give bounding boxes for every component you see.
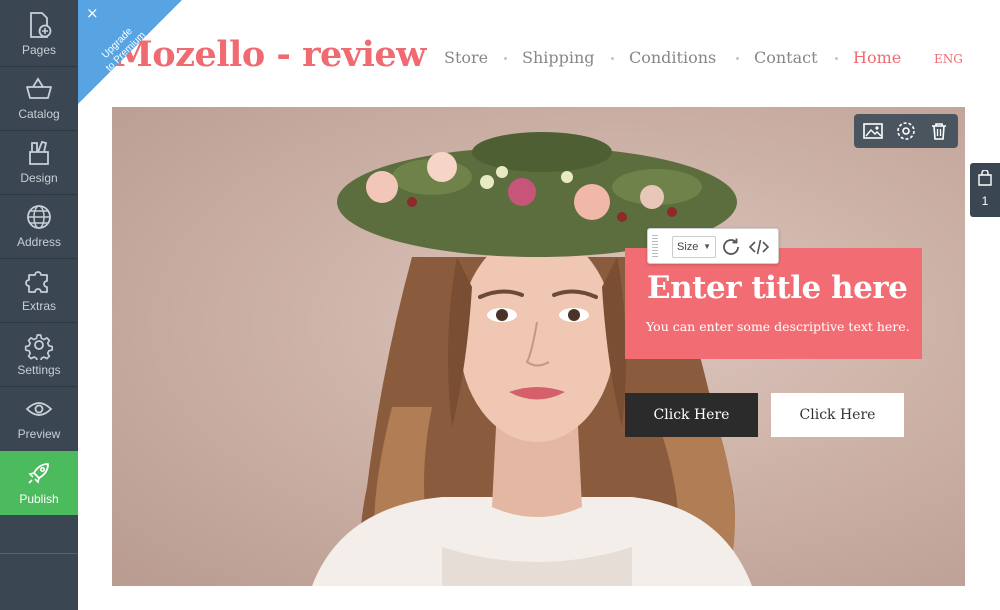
sidebar-item-settings[interactable]: Settings	[0, 322, 78, 386]
globe-icon	[27, 205, 51, 229]
image-toolbar	[854, 114, 958, 148]
design-tools-icon	[29, 140, 49, 165]
sidebar-item-label: Settings	[17, 363, 61, 377]
gear-icon[interactable]	[895, 120, 917, 142]
hero-subtitle[interactable]: You can enter some descriptive text here…	[646, 319, 910, 334]
sidebar-item-label: Extras	[21, 299, 56, 313]
sidebar-item-label: Preview	[17, 427, 61, 441]
nav-separator	[611, 57, 614, 60]
nav-shipping[interactable]: Shipping	[522, 48, 595, 67]
trash-icon[interactable]	[928, 120, 950, 142]
basket-icon	[26, 77, 52, 99]
sidebar-item-label: Design	[20, 171, 58, 185]
sidebar-item-preview[interactable]: Preview	[0, 386, 78, 450]
hero-title[interactable]: Enter title here	[647, 270, 908, 306]
hero-primary-button[interactable]: Click Here	[625, 393, 758, 437]
sidebar-item-design[interactable]: Design	[0, 130, 78, 194]
editor-sidebar: Pages Catalog Design Address Extras Sett…	[0, 0, 78, 610]
cart-count: 1	[981, 194, 989, 208]
sidebar-item-label: Pages	[21, 43, 57, 57]
nav-home[interactable]: Home	[853, 48, 901, 67]
nav-separator	[504, 57, 507, 60]
refresh-icon[interactable]	[720, 236, 742, 258]
close-icon[interactable]: ×	[86, 4, 99, 22]
nav-separator	[736, 57, 739, 60]
sidebar-item-label: Address	[16, 235, 62, 249]
hero-secondary-button[interactable]: Click Here	[771, 393, 904, 437]
rocket-icon	[28, 463, 49, 484]
sidebar-item-extras[interactable]: Extras	[0, 258, 78, 322]
language-switch[interactable]: ENG	[934, 52, 963, 66]
text-toolbar: Size ▼	[647, 228, 779, 264]
sidebar-item-label: Publish	[19, 492, 59, 506]
gear-icon	[24, 334, 54, 360]
publish-button[interactable]: Publish	[0, 451, 78, 515]
nav-store[interactable]: Store	[444, 48, 488, 67]
upgrade-ribbon[interactable]: × Upgrade to Premium	[78, 0, 188, 110]
code-icon[interactable]	[748, 236, 770, 258]
page-add-icon	[30, 12, 52, 38]
cart-tab[interactable]: 1	[970, 163, 1000, 217]
size-dropdown[interactable]: Size ▼	[672, 236, 716, 258]
nav-contact[interactable]: Contact	[754, 48, 818, 67]
size-label: Size	[677, 241, 699, 253]
nav-conditions[interactable]: Conditions	[629, 48, 716, 67]
sidebar-item-address[interactable]: Address	[0, 194, 78, 258]
sidebar-item-label: Catalog	[18, 107, 60, 121]
sidebar-item-pages[interactable]: Pages	[0, 2, 78, 66]
shopping-bag-icon	[978, 170, 992, 186]
eye-icon	[25, 402, 53, 416]
puzzle-icon	[25, 271, 48, 293]
image-icon[interactable]	[862, 120, 884, 142]
sidebar-item-catalog[interactable]: Catalog	[0, 66, 78, 130]
caret-down-icon: ▼	[703, 242, 711, 251]
sidebar-divider	[0, 553, 78, 554]
drag-handle[interactable]	[652, 235, 658, 259]
nav-separator	[835, 57, 838, 60]
